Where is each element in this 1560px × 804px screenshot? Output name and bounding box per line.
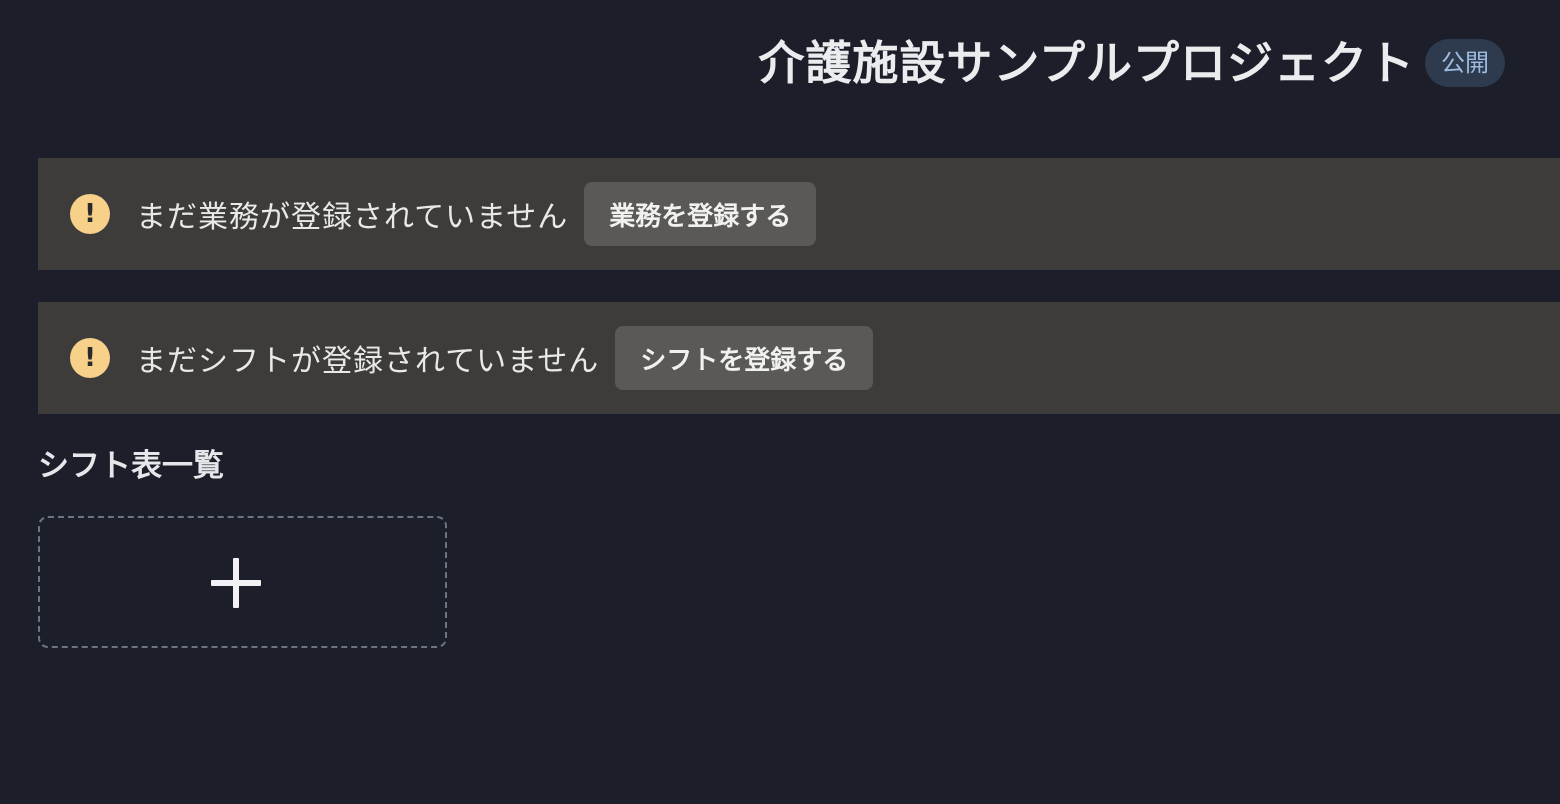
shift-missing-alert: ! まだシフトが登録されていません シフトを登録する	[38, 302, 1560, 414]
page-header: 介護施設サンプルプロジェクト 公開	[758, 30, 1505, 96]
alert-message: まだシフトが登録されていません	[136, 344, 600, 379]
warning-icon: !	[70, 194, 110, 234]
visibility-badge: 公開	[1425, 39, 1505, 87]
add-shift-table-button[interactable]	[38, 516, 447, 648]
shift-list-heading: シフト表一覧	[38, 448, 224, 484]
plus-icon	[210, 558, 261, 608]
alert-message: まだ業務が登録されていません	[136, 200, 569, 235]
page-title: 介護施設サンプルプロジェクト	[758, 36, 1415, 90]
register-task-button[interactable]: 業務を登録する	[584, 182, 817, 246]
warning-icon: !	[70, 338, 110, 378]
project-page: 介護施設サンプルプロジェクト 公開 ! まだ業務が登録されていません 業務を登録…	[0, 0, 1560, 804]
register-shift-button[interactable]: シフトを登録する	[615, 326, 874, 390]
task-missing-alert: ! まだ業務が登録されていません 業務を登録する	[38, 158, 1560, 270]
